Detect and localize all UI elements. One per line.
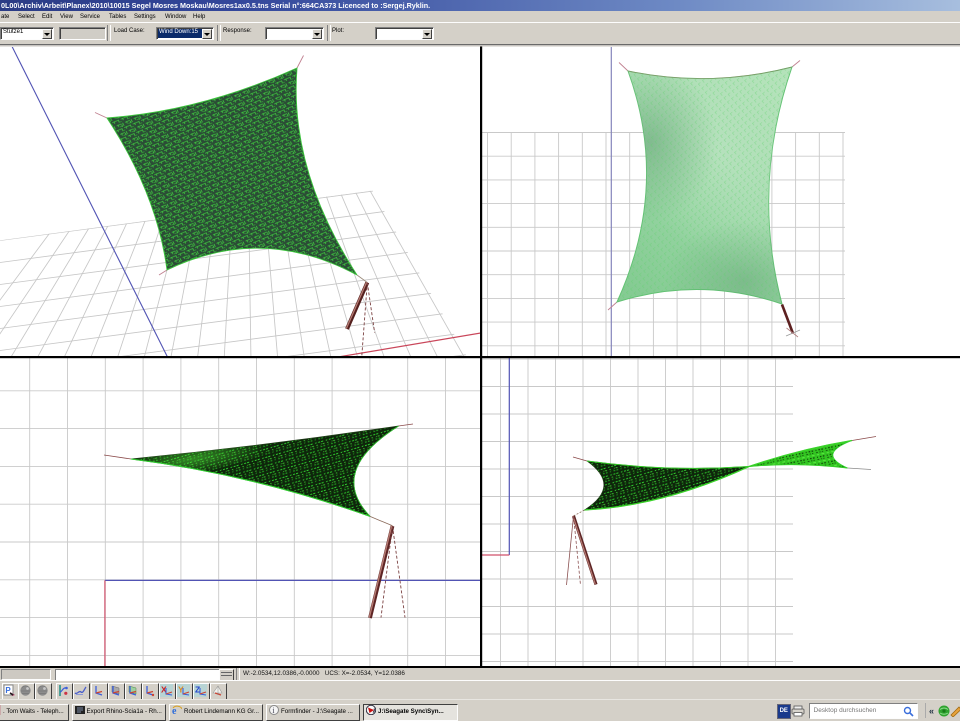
svg-text:Z: Z [195, 684, 200, 694]
svg-text:e: e [172, 706, 177, 715]
